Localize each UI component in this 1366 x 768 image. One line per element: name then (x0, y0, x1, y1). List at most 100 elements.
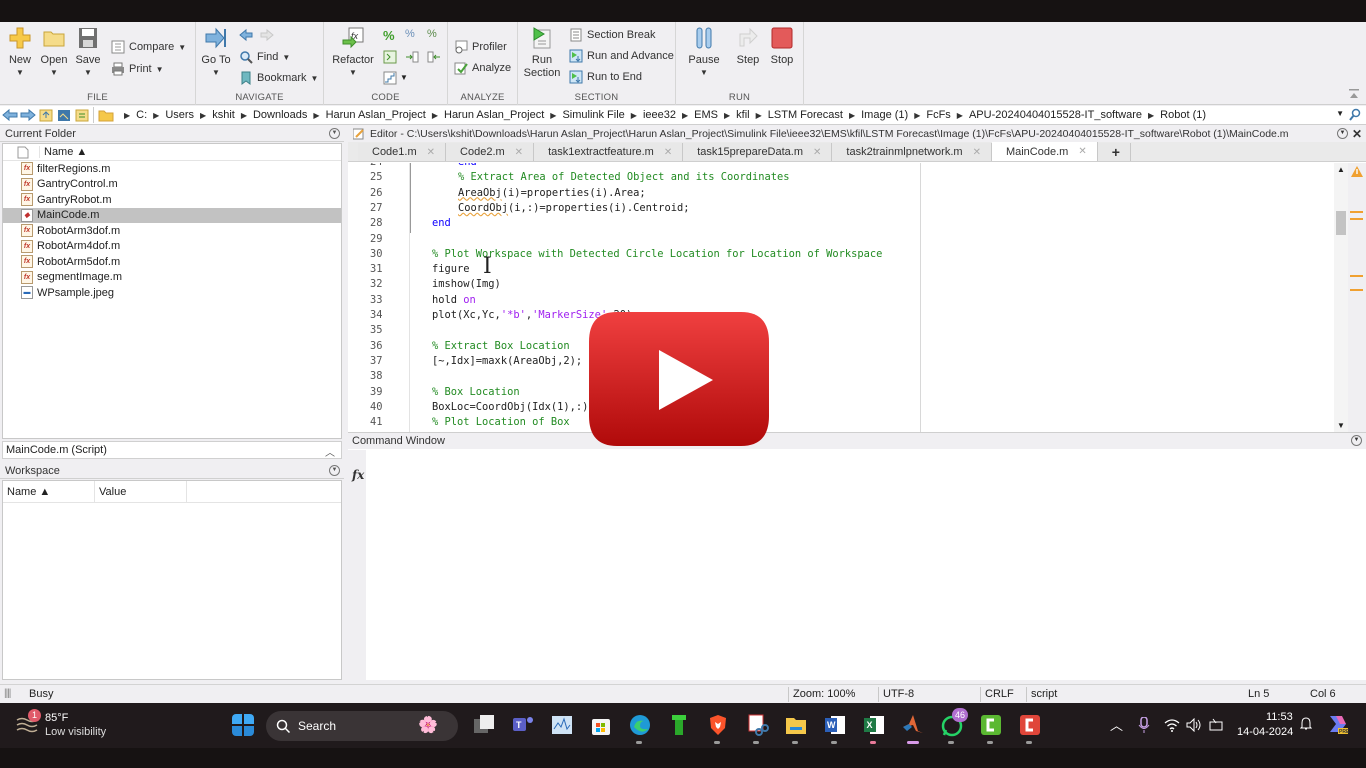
indent-icon[interactable] (383, 50, 397, 64)
file-list-item[interactable]: fx RobotArm3dof.m (3, 223, 341, 239)
scroll-down-icon[interactable]: ▼ (1337, 421, 1345, 430)
warning-marker[interactable] (1350, 218, 1363, 220)
breadcrumb-separator-icon[interactable]: ▶ (153, 111, 159, 120)
editor-tab[interactable]: Code2.m ✕ (446, 143, 535, 161)
editor-tab[interactable]: MainCode.m ✕ (991, 142, 1098, 161)
close-tab-icon[interactable]: ✕ (664, 147, 672, 158)
stock-chart-app-icon[interactable] (550, 713, 574, 737)
breadcrumb-item[interactable]: Harun Aslan_Project (326, 109, 426, 121)
save-button[interactable]: Save ▼ (70, 26, 106, 77)
editor-tab[interactable]: task15prepareData.m ✕ (683, 143, 833, 161)
bookmark-button[interactable]: Bookmark ▼ (239, 69, 318, 87)
camtasia-red-icon[interactable] (1018, 713, 1042, 737)
section-break-button[interactable]: Section Break (569, 26, 655, 44)
code-line[interactable]: end (432, 217, 451, 229)
breadcrumb-item[interactable]: Harun Aslan_Project (444, 109, 544, 121)
word-icon[interactable]: W (823, 713, 847, 737)
breadcrumb-item[interactable]: LSTM Forecast (768, 109, 843, 121)
status-file-type[interactable]: script (1026, 687, 1240, 702)
history-folder-icon[interactable] (74, 108, 90, 122)
breadcrumb-separator-icon[interactable]: ▶ (200, 111, 206, 120)
green-app-icon[interactable] (667, 713, 691, 737)
file-list-item[interactable]: fx segmentImage.m (3, 270, 341, 286)
run-to-end-button[interactable]: Run to End (569, 68, 642, 86)
warning-marker[interactable] (1350, 275, 1363, 277)
breadcrumb-separator-icon[interactable]: ▶ (432, 111, 438, 120)
file-list-item[interactable]: fx GantryRobot.m (3, 192, 341, 208)
column-header-name[interactable]: Name ▲ (3, 480, 95, 503)
matlab-icon[interactable] (901, 713, 925, 737)
close-icon[interactable]: ✕ (1352, 127, 1362, 141)
breadcrumb-separator-icon[interactable]: ▶ (724, 111, 730, 120)
file-list-item[interactable]: fx GantryControl.m (3, 177, 341, 193)
back-icon[interactable] (2, 108, 18, 122)
battery-icon[interactable] (1208, 718, 1224, 732)
breadcrumb-item[interactable]: Downloads (253, 109, 307, 121)
run-and-advance-button[interactable]: Run and Advance (569, 47, 674, 65)
fixed-point-icon[interactable] (383, 71, 397, 85)
breadcrumb-item[interactable]: Image (1) (861, 109, 908, 121)
warning-marker[interactable] (1350, 211, 1363, 213)
close-tab-icon[interactable]: ✕ (1078, 146, 1086, 157)
breadcrumb-separator-icon[interactable]: ▶ (124, 111, 130, 120)
current-folder-list[interactable]: Name ▲ fx filterRegions.m fx GantryControl.… (2, 143, 342, 439)
code-line[interactable]: % Box Location (432, 386, 520, 398)
breadcrumb-separator-icon[interactable]: ▶ (914, 111, 920, 120)
clock-date[interactable]: 14-04-2024 (1237, 726, 1293, 738)
decrease-indent-icon[interactable] (427, 50, 441, 64)
close-tab-icon[interactable]: ✕ (813, 147, 821, 158)
pause-button[interactable]: Pause ▼ (686, 26, 722, 77)
status-line-ending[interactable]: CRLF (980, 687, 1026, 702)
copilot-icon[interactable]: PRE (1326, 712, 1350, 736)
video-play-button[interactable] (587, 310, 771, 448)
status-zoom[interactable]: Zoom: 100% (788, 687, 878, 702)
breadcrumb-separator-icon[interactable]: ▶ (550, 111, 556, 120)
snipping-tool-icon[interactable] (745, 713, 769, 737)
browse-folder-icon[interactable] (56, 108, 72, 122)
step-button[interactable]: Step (730, 26, 766, 66)
breadcrumb-item[interactable]: Users (165, 109, 194, 121)
breadcrumb-item[interactable]: ieee32 (643, 109, 676, 121)
forward-icon[interactable] (20, 108, 36, 122)
camtasia-green-icon[interactable] (979, 713, 1003, 737)
collapse-ribbon-icon[interactable] (1348, 88, 1360, 100)
uncomment-icon[interactable]: % (405, 28, 419, 42)
comment-icon[interactable]: % (383, 28, 397, 43)
breadcrumb-separator-icon[interactable]: ▶ (1148, 111, 1154, 120)
microphone-icon[interactable] (1138, 717, 1150, 733)
weather-widget[interactable]: 1 85°F Low visibility (14, 709, 124, 741)
warning-icon[interactable] (1351, 166, 1363, 177)
breadcrumb-separator-icon[interactable]: ▶ (241, 111, 247, 120)
code-line[interactable]: hold on (432, 294, 476, 306)
wrap-comments-icon[interactable]: % (427, 28, 441, 42)
breadcrumb-item[interactable]: Simulink File (562, 109, 624, 121)
breadcrumb-separator-icon[interactable]: ▶ (957, 111, 963, 120)
workspace-table[interactable]: Name ▲ Value (2, 480, 342, 680)
run-section-button[interactable]: Run Section (522, 26, 562, 80)
column-header-value[interactable]: Value (95, 480, 187, 503)
go-to-button[interactable]: Go To ▼ (198, 26, 234, 77)
breadcrumb-item[interactable]: kshit (212, 109, 235, 121)
windows-start-icon[interactable] (232, 714, 254, 736)
stop-button[interactable]: Stop (764, 26, 800, 66)
breadcrumb-item[interactable]: C: (136, 109, 147, 121)
breadcrumb[interactable]: ▶ C: ▶ Users ▶ kshit ▶ Downloads ▶ Harun Aslan_Pr… (118, 109, 1206, 121)
back-arrow-icon[interactable] (239, 28, 253, 42)
file-list-item[interactable]: ▬ WPsample.jpeg (3, 285, 341, 301)
show-hidden-icons[interactable]: ︿ (1110, 715, 1123, 734)
chevron-down-icon[interactable]: ▼ (400, 73, 408, 82)
editor-tab[interactable]: Code1.m ✕ (358, 143, 447, 161)
breadcrumb-separator-icon[interactable]: ▶ (756, 111, 762, 120)
close-tab-icon[interactable]: ✕ (427, 147, 435, 158)
editor-scrollbar[interactable]: ▲ ▼ (1334, 163, 1348, 432)
breadcrumb-separator-icon[interactable]: ▶ (313, 111, 319, 120)
open-button[interactable]: Open ▼ (36, 26, 72, 77)
breadcrumb-item[interactable]: kfil (736, 109, 749, 121)
taskbar-search[interactable]: Search 🌸 (266, 711, 458, 741)
breadcrumb-item[interactable]: FcFs (926, 109, 950, 121)
column-header-name[interactable]: Name ▲ (3, 144, 341, 161)
profiler-button[interactable]: Profiler (454, 38, 507, 56)
code-line[interactable]: CoordObj(i,:)=properties(i).Centroid; (458, 202, 689, 214)
editor-tab[interactable]: task2trainmlpnetwork.m ✕ (832, 143, 992, 161)
file-list-item[interactable]: fx RobotArm5dof.m (3, 254, 341, 270)
